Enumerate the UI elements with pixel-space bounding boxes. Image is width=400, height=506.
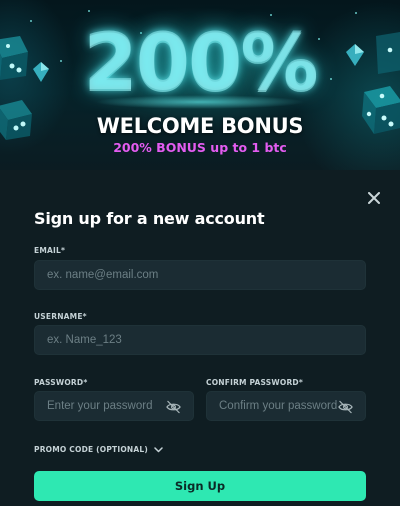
promo-code-toggle[interactable]: PROMO CODE (OPTIONAL) bbox=[34, 445, 163, 454]
email-field[interactable] bbox=[47, 261, 365, 289]
username-label: USERNAME* bbox=[34, 312, 87, 321]
sparkle bbox=[270, 14, 272, 16]
email-field-wrapper bbox=[34, 260, 366, 290]
eye-off-icon[interactable] bbox=[166, 400, 181, 414]
chevron-down-icon bbox=[154, 446, 163, 452]
sparkle bbox=[88, 10, 90, 12]
banner-headline: WELCOME BONUS bbox=[96, 114, 304, 138]
bonus-banner: 200% WELCOME BONUS 200% BONUS up to 1 bt… bbox=[0, 0, 400, 170]
promo-code-label: PROMO CODE (OPTIONAL) bbox=[34, 445, 149, 454]
close-icon bbox=[368, 192, 380, 204]
sign-up-button[interactable]: Sign Up bbox=[34, 471, 366, 501]
confirm-password-label: CONFIRM PASSWORD* bbox=[206, 378, 303, 387]
eye-off-icon[interactable] bbox=[338, 400, 353, 414]
email-label: EMAIL* bbox=[34, 246, 66, 255]
sparkle bbox=[355, 12, 357, 14]
confirm-password-field-wrapper bbox=[206, 391, 366, 421]
modal-title: Sign up for a new account bbox=[34, 209, 265, 228]
password-label: PASSWORD* bbox=[34, 378, 88, 387]
username-field-wrapper bbox=[34, 325, 366, 355]
bonus-percent: 200% bbox=[83, 18, 319, 108]
password-field-wrapper bbox=[34, 391, 194, 421]
close-button[interactable] bbox=[364, 188, 384, 208]
banner-subline: 200% BONUS up to 1 btc bbox=[113, 140, 287, 155]
username-field[interactable] bbox=[47, 326, 365, 354]
